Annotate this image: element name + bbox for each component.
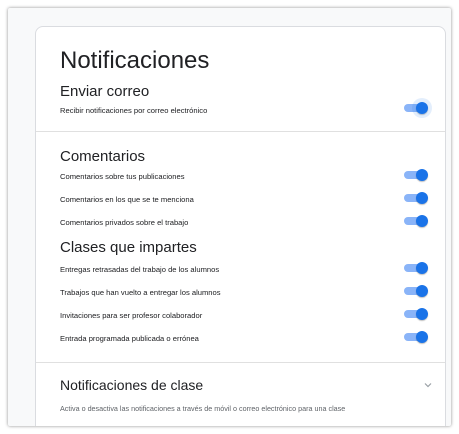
notifications-card: Notificaciones Enviar correo Recibir not… [35, 26, 446, 426]
page-title: Notificaciones [60, 47, 210, 74]
toggle-thumb [416, 192, 428, 204]
toggle-late-submissions[interactable] [404, 262, 428, 274]
section-divider [36, 362, 445, 363]
toggle-thumb [416, 262, 428, 274]
toggle-co-teacher-invites[interactable] [404, 308, 428, 320]
class-notifications-description: Activa o desactiva las notificaciones a … [60, 404, 346, 413]
toggle-resubmissions[interactable] [404, 285, 428, 297]
toggle-thumb [416, 331, 428, 343]
section-title-comments: Comentarios [60, 148, 146, 165]
app-frame: Notificaciones Enviar correo Recibir not… [8, 8, 451, 426]
chevron-path [424, 383, 432, 388]
setting-label-scheduled-post: Entrada programada publicada o errónea [60, 334, 199, 343]
toggle-thumb [416, 215, 428, 227]
section-title-teaching: Clases que impartes [60, 239, 197, 256]
toggle-thumb [416, 285, 428, 297]
setting-label-co-teacher-invites: Invitaciones para ser profesor colaborad… [60, 311, 203, 320]
toggle-scheduled-post[interactable] [404, 331, 428, 343]
toggle-comments-private[interactable] [404, 215, 428, 227]
toggle-thumb [416, 102, 428, 114]
section-title-class-notifications[interactable]: Notificaciones de clase [60, 377, 203, 393]
setting-label-resubmissions: Trabajos que han vuelto a entregar los a… [60, 288, 221, 297]
toggle-thumb [416, 169, 428, 181]
setting-label-comments-private: Comentarios privados sobre el trabajo [60, 218, 189, 227]
setting-label-email-notifications: Recibir notificaciones por correo electr… [60, 106, 208, 115]
toggle-comments-posts[interactable] [404, 169, 428, 181]
toggle-comments-mentions[interactable] [404, 192, 428, 204]
toggle-email-notifications[interactable] [404, 102, 428, 114]
section-title-email: Enviar correo [60, 83, 150, 100]
toggle-thumb [416, 308, 428, 320]
setting-label-comments-mentions: Comentarios en los que se te menciona [60, 195, 194, 204]
chevron-down-icon[interactable] [422, 379, 434, 391]
setting-label-late-submissions: Entregas retrasadas del trabajo de los a… [60, 265, 220, 274]
setting-label-comments-posts: Comentarios sobre tus publicaciones [60, 172, 185, 181]
section-divider [36, 131, 445, 132]
